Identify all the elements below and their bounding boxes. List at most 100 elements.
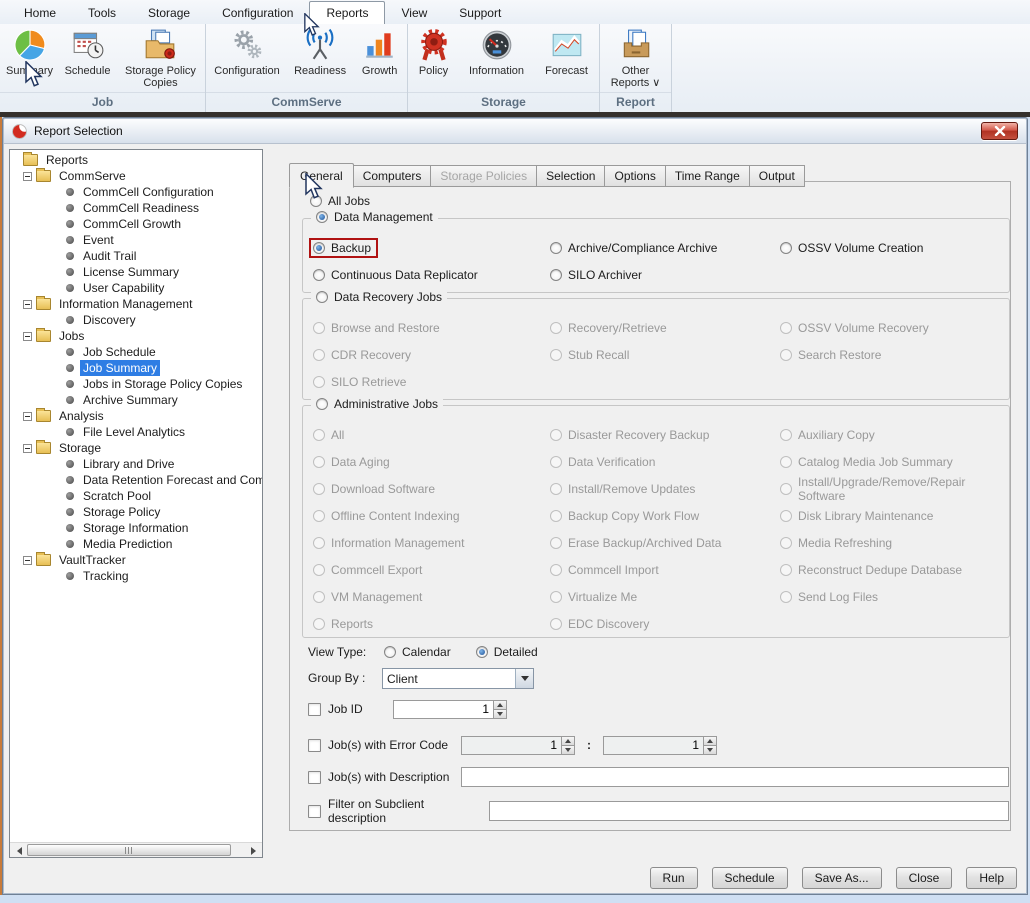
tree-item[interactable]: User Capability — [10, 280, 262, 296]
error-code-to-input[interactable] — [603, 736, 704, 755]
job-id-input[interactable] — [393, 700, 494, 719]
tree-item[interactable]: Jobs — [10, 328, 262, 344]
ribbon-item-configuration[interactable]: Configuration — [210, 27, 284, 78]
ribbon-item-other-reports[interactable]: Other Reports ∨ — [604, 27, 667, 90]
tree-item[interactable]: Discovery — [10, 312, 262, 328]
dialog-button[interactable]: Schedule — [712, 867, 788, 889]
subclient-filter-checkbox[interactable] — [308, 805, 321, 818]
spin-up-button[interactable] — [562, 736, 575, 746]
spin-down-button[interactable] — [562, 746, 575, 755]
radio-icon[interactable] — [313, 242, 325, 254]
tree-item[interactable]: CommCell Readiness — [10, 200, 262, 216]
ribbon-item-readiness[interactable]: Readiness — [290, 27, 350, 78]
radio-icon[interactable] — [313, 269, 325, 281]
scrollbar-thumb[interactable] — [27, 844, 231, 856]
tree-item[interactable]: Scratch Pool — [10, 488, 262, 504]
dialog-tab[interactable]: Time Range — [666, 165, 750, 187]
ribbon-tab[interactable]: View — [385, 2, 443, 24]
tree-expander-icon[interactable] — [23, 332, 32, 341]
ribbon-item-summary[interactable]: Summary — [4, 27, 55, 78]
ribbon-tab[interactable]: Home — [8, 2, 72, 24]
ribbon-tab[interactable]: Tools — [72, 2, 132, 24]
tree-expander-icon[interactable] — [23, 444, 32, 453]
tree-item[interactable]: Reports — [10, 152, 262, 168]
dialog-button[interactable]: Run — [650, 867, 698, 889]
administrative-legend-radio[interactable]: Administrative Jobs — [311, 397, 443, 411]
tree-item[interactable]: Audit Trail — [10, 248, 262, 264]
tree-expander-icon[interactable] — [23, 556, 32, 565]
view-type-radio[interactable]: Calendar — [382, 643, 456, 661]
tree-item[interactable]: Library and Drive — [10, 456, 262, 472]
radio-icon[interactable] — [384, 646, 396, 658]
tree-item[interactable]: Jobs in Storage Policy Copies — [10, 376, 262, 392]
radio-icon[interactable] — [476, 646, 488, 658]
dialog-tab[interactable]: Output — [750, 165, 805, 187]
ribbon-item-policy[interactable]: Policy — [413, 27, 455, 78]
option-radio[interactable]: Backup — [311, 239, 548, 257]
radio-icon[interactable] — [310, 195, 322, 207]
tree-item[interactable]: CommCell Growth — [10, 216, 262, 232]
option-radio[interactable]: OSSV Volume Creation — [778, 239, 1001, 257]
tree-item[interactable]: Storage — [10, 440, 262, 456]
option-radio[interactable]: Archive/Compliance Archive — [548, 239, 778, 257]
tree-item[interactable]: Analysis — [10, 408, 262, 424]
radio-icon[interactable] — [780, 242, 792, 254]
tree-item[interactable]: Storage Information — [10, 520, 262, 536]
radio-icon[interactable] — [316, 211, 328, 223]
spin-down-button[interactable] — [494, 710, 507, 719]
option-radio[interactable]: Continuous Data Replicator — [311, 266, 548, 284]
ribbon-tab[interactable]: Reports — [309, 1, 385, 24]
spin-up-button[interactable] — [704, 736, 717, 746]
tree-item[interactable]: Data Retention Forecast and Compliance — [10, 472, 262, 488]
tree-item[interactable]: Archive Summary — [10, 392, 262, 408]
tree-item[interactable]: Storage Policy — [10, 504, 262, 520]
tree-expander-icon[interactable] — [23, 412, 32, 421]
tree-item[interactable]: Tracking — [10, 568, 262, 584]
view-type-radio[interactable]: Detailed — [474, 643, 543, 661]
spin-down-button[interactable] — [704, 746, 717, 755]
scroll-right-button[interactable] — [246, 844, 260, 857]
radio-icon[interactable] — [316, 398, 328, 410]
job-id-checkbox[interactable] — [308, 703, 321, 716]
tree-item[interactable]: CommServe — [10, 168, 262, 184]
dialog-button[interactable]: Close — [896, 867, 953, 889]
tree-horizontal-scrollbar[interactable] — [10, 842, 262, 857]
all-jobs-radio[interactable]: All Jobs — [308, 192, 375, 210]
combo-dropdown-button[interactable] — [515, 669, 533, 688]
dialog-tab[interactable]: Selection — [537, 165, 605, 187]
description-input[interactable] — [461, 767, 1009, 787]
ribbon-item-forecast[interactable]: Forecast — [539, 27, 595, 78]
ribbon-tab[interactable]: Support — [443, 2, 517, 24]
tree-item[interactable]: License Summary — [10, 264, 262, 280]
error-code-checkbox[interactable] — [308, 739, 321, 752]
subclient-filter-input[interactable] — [489, 801, 1009, 821]
ribbon-tab[interactable]: Storage — [132, 2, 206, 24]
dialog-tab[interactable]: Computers — [354, 165, 432, 187]
data-recovery-legend-radio[interactable]: Data Recovery Jobs — [311, 290, 447, 304]
radio-icon[interactable] — [550, 269, 562, 281]
group-by-select[interactable]: Client — [382, 668, 534, 689]
ribbon-item-information[interactable]: Information — [461, 27, 533, 78]
close-button[interactable] — [981, 122, 1018, 140]
ribbon-item-growth[interactable]: Growth — [356, 27, 403, 78]
ribbon-item-storage-policy-copies[interactable]: Storage Policy Copies — [120, 27, 201, 90]
tree-item[interactable]: VaultTracker — [10, 552, 262, 568]
tree-item[interactable]: File Level Analytics — [10, 424, 262, 440]
error-code-from-input[interactable] — [461, 736, 562, 755]
tree-item[interactable]: CommCell Configuration — [10, 184, 262, 200]
dialog-tab[interactable]: General — [289, 163, 354, 188]
radio-icon[interactable] — [550, 242, 562, 254]
tree-item[interactable]: Information Management — [10, 296, 262, 312]
radio-icon[interactable] — [316, 291, 328, 303]
spin-up-button[interactable] — [494, 700, 507, 710]
ribbon-tab[interactable]: Configuration — [206, 2, 309, 24]
tree-item[interactable]: Job Summary — [10, 360, 262, 376]
scroll-left-button[interactable] — [12, 844, 26, 857]
dialog-button[interactable]: Help — [966, 867, 1017, 889]
dialog-tab[interactable]: Options — [605, 165, 665, 187]
ribbon-item-schedule[interactable]: Schedule — [61, 27, 114, 78]
description-checkbox[interactable] — [308, 771, 321, 784]
tree-expander-icon[interactable] — [23, 300, 32, 309]
tree-item[interactable]: Event — [10, 232, 262, 248]
option-radio[interactable]: SILO Archiver — [548, 266, 778, 284]
